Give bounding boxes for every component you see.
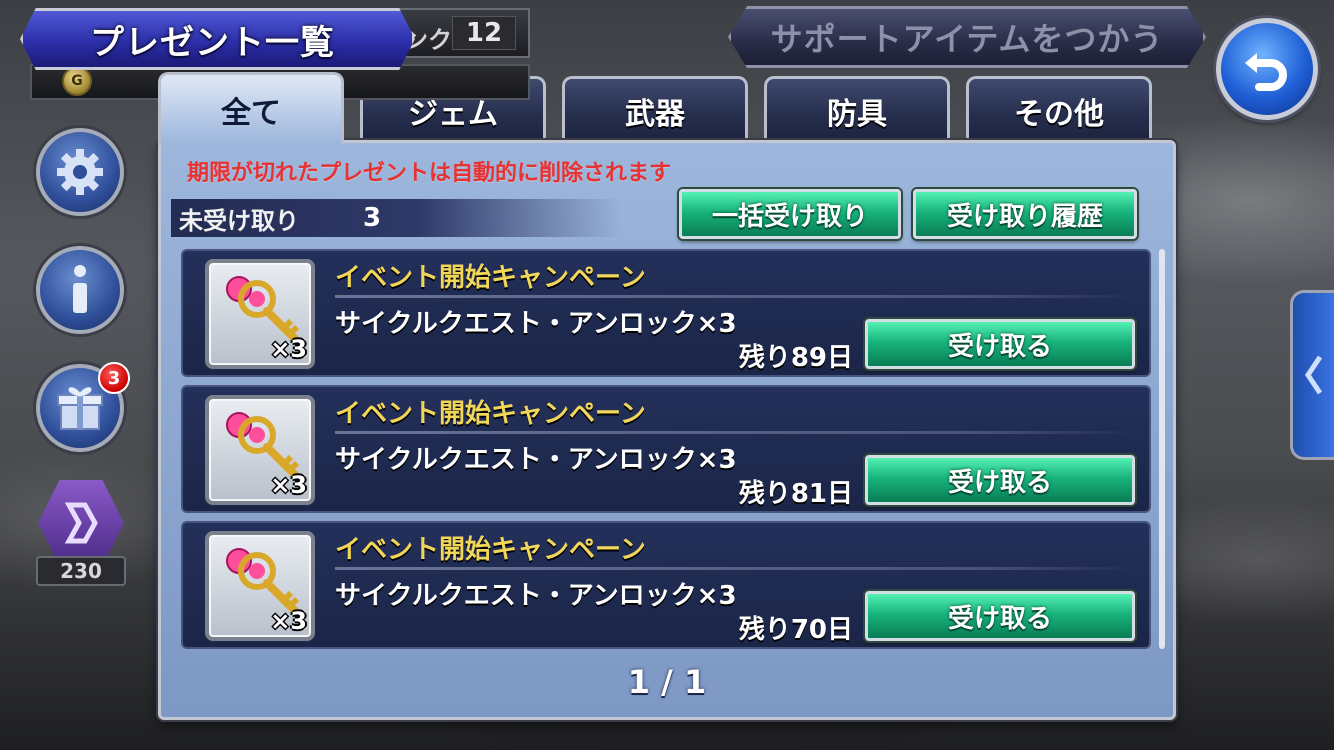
- item-quantity: ×3: [270, 607, 307, 635]
- claim-button[interactable]: 受け取る: [865, 319, 1135, 369]
- dimension-icon: [64, 502, 98, 544]
- present-list-panel: 期限が切れたプレゼントは自動的に削除されます 未受け取り 3 一括受け取り 受け…: [158, 140, 1176, 720]
- item-name: サイクルクエスト・アンロック×3: [335, 309, 737, 339]
- present-count-badge: 3: [98, 362, 130, 394]
- page-indicator: 1 / 1: [627, 663, 707, 701]
- item-quantity: ×3: [270, 471, 307, 499]
- item-name: サイクルクエスト・アンロック×3: [335, 581, 737, 611]
- chevron-left-icon: [1304, 355, 1322, 395]
- gil-coin-icon: G: [62, 66, 92, 96]
- item-title: イベント開始キャンペーン: [335, 535, 646, 565]
- item-remaining-days: 残り70日: [738, 615, 853, 645]
- item-remaining-days: 残り81日: [738, 479, 853, 509]
- gift-icon: [57, 387, 103, 430]
- unclaimed-label: 未受け取り: [179, 206, 299, 235]
- item-thumbnail: ×3: [205, 259, 315, 369]
- info-button[interactable]: [36, 246, 124, 334]
- tab-other[interactable]: その他: [966, 76, 1152, 142]
- expiry-notice: 期限が切れたプレゼントは自動的に削除されます: [187, 161, 672, 186]
- list-item: ×3 イベント開始キャンペーン サイクルクエスト・アンロック×3 残り89日 受…: [181, 249, 1151, 377]
- claim-button[interactable]: 受け取る: [865, 591, 1135, 641]
- list-item: ×3 イベント開始キャンペーン サイクルクエスト・アンロック×3 残り81日 受…: [181, 385, 1151, 513]
- item-name: サイクルクエスト・アンロック×3: [335, 445, 737, 475]
- use-support-item-label: サポートアイテムをつかう: [770, 20, 1164, 58]
- item-remaining-days: 残り89日: [738, 343, 853, 373]
- list-scrollbar[interactable]: [1159, 249, 1165, 649]
- unclaimed-summary: 未受け取り 3: [171, 199, 621, 237]
- item-quantity: ×3: [270, 335, 307, 363]
- use-support-item-button[interactable]: サポートアイテムをつかう: [728, 6, 1206, 68]
- list-item: ×3 イベント開始キャンペーン サイクルクエスト・アンロック×3 残り70日 受…: [181, 521, 1151, 649]
- divider: [335, 431, 1135, 434]
- divider: [335, 295, 1135, 298]
- item-thumbnail: ×3: [205, 531, 315, 641]
- back-button[interactable]: [1216, 18, 1318, 120]
- page-title-banner: プレゼント一覧: [20, 8, 415, 70]
- claim-all-button[interactable]: 一括受け取り: [679, 189, 901, 239]
- back-arrow-icon: [1245, 53, 1287, 91]
- item-thumbnail: ×3: [205, 395, 315, 505]
- gear-icon: [57, 149, 103, 195]
- side-drawer-toggle[interactable]: [1290, 290, 1334, 460]
- item-title: イベント開始キャンペーン: [335, 263, 646, 293]
- tab-weapon[interactable]: 武器: [562, 76, 748, 142]
- info-icon: [73, 265, 87, 313]
- tab-all[interactable]: 全て: [158, 72, 344, 144]
- settings-button[interactable]: [36, 128, 124, 216]
- rank-value: 12: [452, 16, 516, 50]
- dimension-count: 230: [36, 556, 126, 586]
- item-title: イベント開始キャンペーン: [335, 399, 646, 429]
- claim-history-button[interactable]: 受け取り履歴: [913, 189, 1137, 239]
- unclaimed-count: 3: [363, 203, 382, 233]
- page-title: プレゼント一覧: [90, 22, 335, 63]
- tab-armor[interactable]: 防具: [764, 76, 950, 142]
- divider: [335, 567, 1135, 570]
- claim-button[interactable]: 受け取る: [865, 455, 1135, 505]
